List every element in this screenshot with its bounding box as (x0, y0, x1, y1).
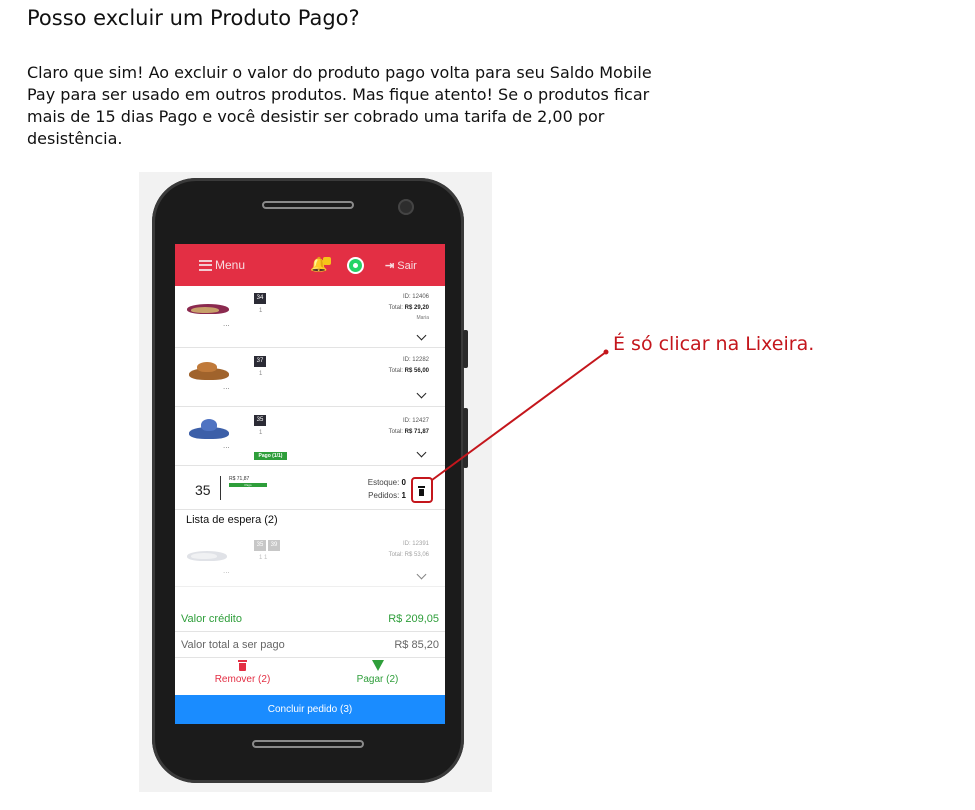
app-screen: Menu 🔔 ⇥ Sair 34 1 ... ID: 12406 Total: … (175, 244, 445, 724)
stock-label: Estoque: (367, 478, 400, 487)
item-dots: ... (223, 566, 230, 575)
menu-button[interactable]: Menu (199, 258, 245, 272)
logout-label: Sair (397, 260, 417, 272)
chevron-down-icon[interactable] (416, 388, 427, 399)
product-image (189, 362, 233, 384)
item-meta: ID: 12391 Total: R$ 53,06 (389, 539, 429, 561)
total-label: Total: (388, 305, 403, 311)
stock-info: Estoque: 0 Pedidos: 1 (368, 476, 406, 502)
quantity: 1 (259, 308, 263, 314)
logout-button[interactable]: ⇥ Sair (385, 259, 417, 272)
item-meta: ID: 12282 Total: R$ 56,00 (389, 355, 429, 377)
size-badge: 37 (254, 356, 266, 367)
menu-label: Menu (215, 258, 246, 272)
list-item[interactable]: 37 1 ... ID: 12282 Total: R$ 56,00 (175, 348, 445, 407)
chevron-down-icon[interactable] (416, 447, 427, 458)
size-badge: 39 (268, 540, 280, 551)
waitlist-title: Lista de espera (2) (186, 514, 278, 526)
credit-label: Valor crédito (181, 613, 242, 625)
item-total: R$ 53,06 (404, 552, 429, 558)
quantity: 1 1 (259, 555, 268, 561)
paid-status-badge: Pago (1/1) (254, 452, 287, 460)
credit-value: R$ 209,05 (388, 613, 439, 625)
notification-badge (323, 257, 331, 265)
doc-body: Claro que sim! Ao excluir o valor do pro… (27, 63, 652, 148)
item-meta: ID: 12427 Total: R$ 71,87 (389, 416, 429, 438)
total-label: Total: (388, 368, 403, 374)
pay-label: Pagar (2) (356, 674, 399, 685)
item-dots: ... (223, 319, 230, 328)
trash-icon (418, 486, 425, 488)
trash-delete-button[interactable] (411, 477, 433, 503)
pay-button[interactable]: Pagar (2) (340, 660, 415, 685)
product-image (187, 545, 231, 567)
doc-title: Posso excluir um Produto Pago? (27, 6, 360, 30)
item-meta: ID: 12406 Total: R$ 29,20 Maria (389, 292, 429, 323)
trash-icon (238, 660, 247, 671)
list-item[interactable]: 34 1 ... ID: 12406 Total: R$ 29,20 Maria (175, 286, 445, 348)
stock-value: 0 (401, 478, 406, 487)
phone-camera (398, 199, 414, 215)
total-row: Valor total a ser pago R$ 85,20 (175, 633, 445, 658)
phone-speaker (252, 740, 364, 748)
detail-size: 35 (195, 482, 211, 498)
annotation-text: É só clicar na Lixeira. (613, 333, 815, 355)
item-dots: ... (223, 441, 230, 450)
total-due-value: R$ 85,20 (394, 639, 439, 651)
filter-pay-icon (371, 660, 384, 671)
size-badge: 35 (254, 540, 266, 551)
hamburger-icon (199, 259, 212, 271)
total-label: Total: (388, 552, 403, 558)
total-label: Total: (388, 429, 403, 435)
app-header: Menu 🔔 ⇥ Sair (175, 244, 445, 286)
quantity: 1 (259, 430, 263, 436)
detail-price: R$ 71,87 (229, 476, 250, 482)
logout-icon: ⇥ (385, 260, 395, 272)
chevron-down-icon[interactable] (416, 569, 427, 580)
credit-row: Valor crédito R$ 209,05 (175, 606, 445, 632)
item-dots: ... (223, 382, 230, 391)
list-item[interactable]: 35 1 ... Pago (1/1) ID: 12427 Total: R$ … (175, 407, 445, 466)
item-owner: Maria (416, 315, 429, 321)
item-id: ID: 12282 (402, 357, 429, 363)
item-id: ID: 12391 (402, 541, 429, 547)
conclude-order-button[interactable]: Concluir pedido (3) (175, 695, 445, 724)
trash-can-shape (419, 489, 424, 496)
remove-label: Remover (2) (214, 674, 271, 685)
item-total: R$ 56,00 (404, 368, 429, 374)
phone-power-button (463, 408, 468, 468)
divider (220, 476, 221, 500)
item-id: ID: 12427 (402, 418, 429, 424)
product-image (189, 419, 233, 441)
waitlist-item[interactable]: 35 39 1 1 ... ID: 12391 Total: R$ 53,06 (175, 531, 445, 587)
item-total: R$ 29,20 (404, 305, 429, 311)
total-due-label: Valor total a ser pago (181, 639, 285, 651)
chevron-down-icon[interactable] (416, 330, 427, 341)
whatsapp-icon[interactable] (347, 257, 364, 274)
size-badge: 35 (254, 415, 266, 426)
orders-value: 1 (401, 491, 406, 500)
quantity: 1 (259, 371, 263, 377)
item-detail-row: 35 R$ 71,87 Pago Estoque: 0 Pedidos: 1 (175, 466, 445, 510)
size-badge: 34 (254, 293, 266, 304)
orders-label: Pedidos: (368, 491, 400, 500)
paid-progress-bar: Pago (229, 483, 267, 487)
remove-button[interactable]: Remover (2) (205, 660, 280, 685)
item-id: ID: 12406 (402, 294, 429, 300)
product-image (187, 298, 231, 320)
phone-earpiece (262, 201, 354, 209)
item-total: R$ 71,87 (404, 429, 429, 435)
phone-volume-button (463, 330, 468, 368)
